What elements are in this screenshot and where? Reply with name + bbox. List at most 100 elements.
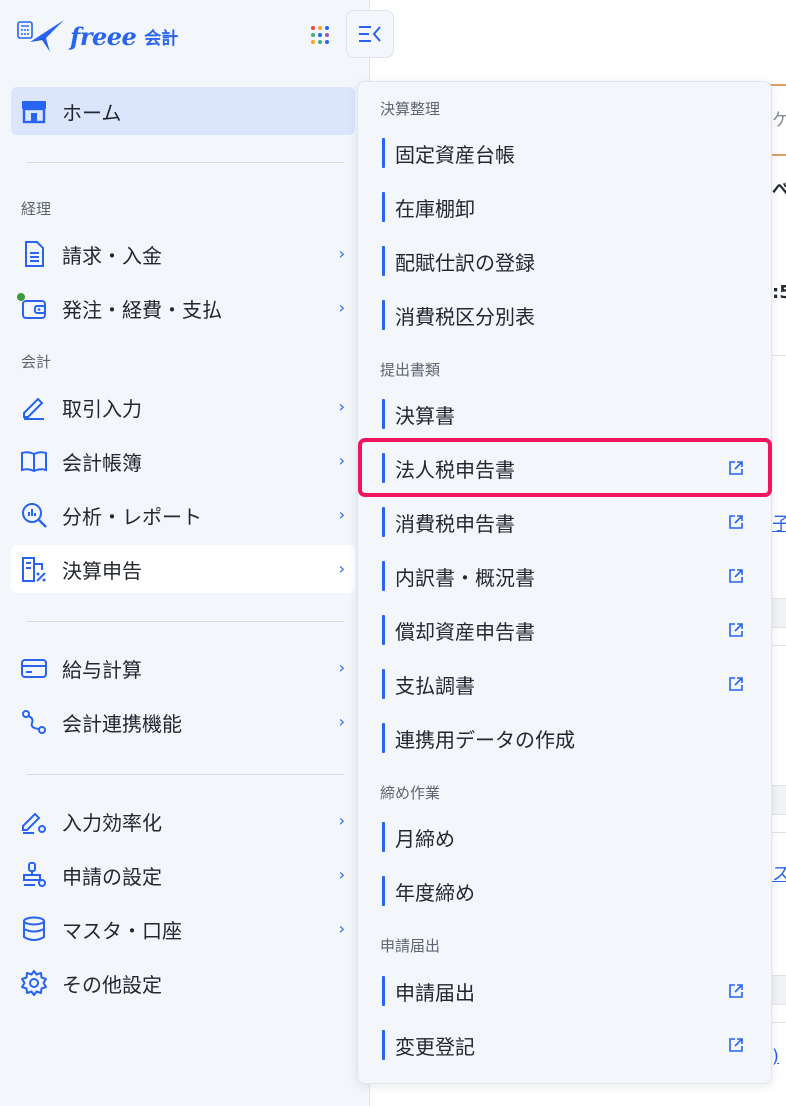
chevron-right-icon: ›	[338, 811, 345, 830]
item-marker	[382, 246, 385, 276]
external-link-icon	[729, 1038, 743, 1052]
sidebar-item-home[interactable]: ホーム	[11, 87, 355, 135]
tax-return-icon	[20, 555, 48, 583]
submenu-item-label: 決算書	[395, 403, 455, 428]
chevron-right-icon: ›	[338, 505, 345, 524]
freee-logo[interactable]: freee 会計	[16, 14, 178, 58]
submenu-item-integration-data[interactable]: 連携用データの作成	[382, 718, 752, 758]
external-link-icon	[729, 984, 743, 998]
link-flow-icon	[20, 708, 48, 736]
sidebar-item-master-accounts[interactable]: マスタ・口座 ›	[11, 905, 355, 953]
item-marker	[382, 615, 385, 645]
chevron-right-icon: ›	[338, 559, 345, 578]
item-marker	[382, 561, 385, 591]
submenu-section-closing: 締め作業	[380, 784, 441, 802]
pen-gear-icon	[20, 807, 48, 835]
sidebar-item-label: ホーム	[62, 100, 122, 125]
submenu-item-consumption-tax-return[interactable]: 消費税申告書	[382, 502, 752, 542]
submenu-item-label: 支払調書	[395, 673, 475, 698]
submenu-item-consumption-tax-table[interactable]: 消費税区分別表	[382, 295, 752, 335]
background-link-fragment[interactable]: )	[772, 1046, 779, 1067]
sidebar-collapse-button[interactable]	[346, 10, 394, 58]
sidebar-divider	[27, 621, 344, 622]
stamp-gear-icon	[20, 861, 48, 889]
item-marker	[382, 399, 385, 429]
submenu-item-label: 在庫棚卸	[395, 196, 475, 221]
submenu-item-label: 変更登記	[395, 1034, 475, 1059]
background-divider	[772, 832, 786, 833]
submenu-item-label: 年度締め	[395, 880, 475, 905]
submenu-item-label: 消費税申告書	[395, 511, 515, 536]
submenu-item-financial-statements[interactable]: 決算書	[382, 394, 752, 434]
submenu-item-label: 月締め	[395, 826, 455, 851]
sidebar-item-label: 発注・経費・支払	[62, 297, 222, 322]
background-link-fragment[interactable]: 子	[772, 510, 786, 536]
sidebar-item-analysis-report[interactable]: 分析・レポート ›	[11, 491, 355, 539]
tax-return-submenu: 決算整理 固定資産台帳 在庫棚卸 配賦仕訳の登録 消費税区分別表 提出書類 決算…	[357, 81, 772, 1084]
sidebar-divider	[27, 162, 344, 163]
chevron-right-icon: ›	[338, 244, 345, 263]
book-icon	[20, 447, 48, 475]
external-link-icon	[729, 569, 743, 583]
background-table-header	[772, 785, 786, 815]
background-text-fragment: :5	[772, 282, 786, 303]
submenu-item-fixed-asset-ledger[interactable]: 固定資産台帳	[382, 133, 752, 173]
sidebar-item-transaction-entry[interactable]: 取引入力 ›	[11, 383, 355, 431]
background-table-header	[772, 598, 786, 628]
submenu-item-payment-records[interactable]: 支払調書	[382, 664, 752, 704]
item-marker	[382, 876, 385, 906]
submenu-section-filings: 申請届出	[380, 937, 441, 955]
card-icon	[20, 654, 48, 682]
sidebar-item-label: その他設定	[62, 972, 162, 997]
chevron-right-icon: ›	[338, 397, 345, 416]
sidebar-item-label: 入力効率化	[62, 810, 162, 835]
external-link-icon	[729, 515, 743, 529]
item-marker	[382, 192, 385, 222]
sidebar-item-other-settings[interactable]: その他設定	[11, 959, 355, 1007]
app-grid-icon[interactable]	[309, 24, 331, 46]
sidebar-item-purchase-expense[interactable]: 発注・経費・支払 ›	[11, 284, 355, 332]
item-marker	[382, 138, 385, 168]
submenu-item-change-registration[interactable]: 変更登記	[382, 1025, 752, 1065]
sidebar-item-label: 分析・レポート	[62, 504, 202, 529]
submenu-item-monthly-close[interactable]: 月締め	[382, 817, 752, 857]
chevron-right-icon: ›	[338, 451, 345, 470]
collapse-menu-icon	[359, 26, 381, 42]
submenu-item-year-end-close[interactable]: 年度締め	[382, 871, 752, 911]
sidebar-item-input-efficiency[interactable]: 入力効率化 ›	[11, 797, 355, 845]
sidebar-item-application-settings[interactable]: 申請の設定 ›	[11, 851, 355, 899]
calculator-bird-icon	[17, 20, 64, 52]
submenu-item-allocation-entries[interactable]: 配賦仕訳の登録	[382, 241, 752, 281]
sidebar-item-label: 給与計算	[62, 657, 142, 682]
submenu-item-filings[interactable]: 申請届出	[382, 971, 752, 1011]
item-marker	[382, 507, 385, 537]
notification-dot	[17, 293, 25, 301]
document-icon	[20, 240, 48, 268]
submenu-item-inventory[interactable]: 在庫棚卸	[382, 187, 752, 227]
sidebar-section-accounting-ops: 経理	[21, 200, 52, 218]
submenu-item-label: 消費税区分別表	[395, 304, 535, 329]
sidebar-item-label: 会計帳簿	[62, 450, 142, 475]
sidebar-item-label: 申請の設定	[62, 864, 162, 889]
item-marker	[382, 723, 385, 753]
logo-wordmark: freee	[70, 21, 137, 51]
sidebar-section-accounting: 会計	[21, 353, 52, 371]
external-link-icon	[729, 623, 743, 637]
sidebar-item-payroll[interactable]: 給与計算 ›	[11, 644, 355, 692]
item-marker	[382, 822, 385, 852]
gear-icon	[20, 969, 48, 997]
sidebar-item-label: 会計連携機能	[62, 711, 182, 736]
database-icon	[20, 915, 48, 943]
item-marker	[382, 976, 385, 1006]
submenu-item-depreciable-asset-return[interactable]: 償却資産申告書	[382, 610, 752, 650]
sidebar-item-invoice-payment[interactable]: 請求・入金 ›	[11, 230, 355, 278]
sidebar-item-accounting-integration[interactable]: 会計連携機能 ›	[11, 698, 355, 746]
item-marker	[382, 1030, 385, 1060]
background-link-fragment[interactable]: ス	[772, 860, 786, 886]
submenu-item-breakdown-overview[interactable]: 内訳書・概況書	[382, 556, 752, 596]
sidebar-item-ledgers[interactable]: 会計帳簿 ›	[11, 437, 355, 485]
chevron-right-icon: ›	[338, 712, 345, 731]
analysis-icon	[20, 501, 48, 529]
sidebar-item-tax-return[interactable]: 決算申告 ›	[11, 545, 355, 593]
submenu-item-label: 配賦仕訳の登録	[395, 250, 535, 275]
